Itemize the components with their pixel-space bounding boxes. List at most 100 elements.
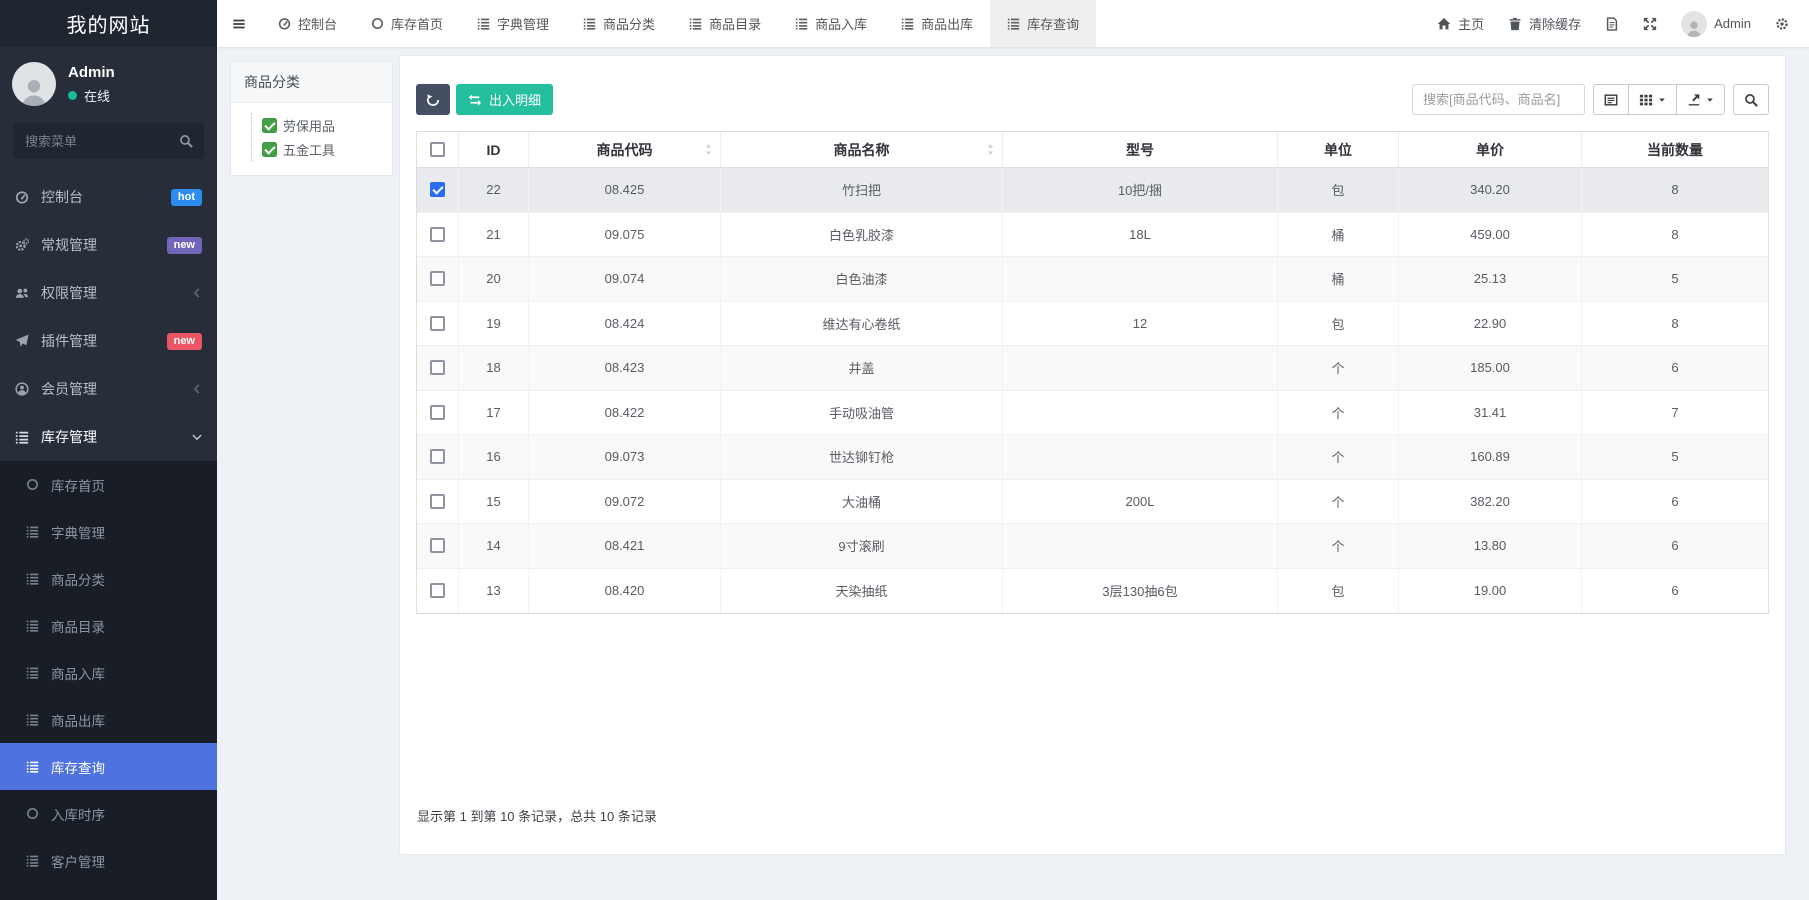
clear-cache-button[interactable]: 清除缓存 (1508, 14, 1581, 33)
nav-tab-icon (1007, 17, 1020, 30)
row-checkbox[interactable] (430, 449, 445, 464)
topbar-username: Admin (1714, 16, 1751, 31)
row-checkbox[interactable] (430, 182, 445, 197)
submenu-item-icon (26, 713, 39, 726)
nav-tab[interactable]: 库存查询 (990, 0, 1096, 47)
table-row[interactable]: 14 08.421 9寸滚刷 个 13.80 6 (417, 524, 1768, 569)
table-row[interactable]: 15 09.072 大油桶 200L 个 382.20 6 (417, 480, 1768, 525)
table-row[interactable]: 20 09.074 白色油漆 桶 25.13 5 (417, 257, 1768, 302)
row-checkbox[interactable] (430, 405, 445, 420)
sidebar-subitem-label: 商品分类 (51, 569, 105, 589)
columns-button[interactable] (1628, 84, 1677, 115)
row-checkbox[interactable] (430, 271, 445, 286)
row-checkbox[interactable] (430, 227, 445, 242)
table-row[interactable]: 21 09.075 白色乳胶漆 18L 桶 459.00 8 (417, 213, 1768, 258)
table-row[interactable]: 16 09.073 世达铆钉枪 个 160.89 5 (417, 435, 1768, 480)
cell-code: 09.073 (529, 435, 721, 479)
column-header-name[interactable]: 商品名称 (721, 132, 1003, 167)
sidebar-subitem[interactable]: 库存查询 (0, 743, 217, 790)
sidebar-item-label: 权限管理 (41, 283, 97, 303)
nav-tab-label: 库存首页 (391, 14, 443, 33)
checked-checkbox-icon[interactable] (262, 118, 277, 133)
sidebar-subitem[interactable]: 供应商管理 (0, 884, 217, 900)
online-dot-icon (68, 91, 77, 100)
caret-down-icon (1658, 96, 1666, 104)
toggle-detail-view-button[interactable] (1593, 84, 1629, 115)
sidebar-subitem[interactable]: 商品入库 (0, 649, 217, 696)
nav-tab[interactable]: 商品分类 (566, 0, 672, 47)
sidebar-subitem[interactable]: 库存首页 (0, 461, 217, 508)
sidebar-item[interactable]: 库存管理 (0, 413, 217, 461)
sidebar-subitem[interactable]: 入库时序 (0, 790, 217, 837)
nav-tab[interactable]: 商品目录 (672, 0, 778, 47)
home-icon (1437, 17, 1451, 31)
avatar[interactable] (12, 62, 56, 106)
category-tree-item[interactable]: 五金工具 (262, 137, 384, 161)
home-button[interactable]: 主页 (1437, 14, 1484, 33)
cell-price: 13.80 (1399, 524, 1582, 568)
cell-code: 09.072 (529, 480, 721, 524)
table-search-input[interactable] (1412, 84, 1585, 115)
cell-id: 22 (459, 168, 529, 212)
sidebar-item[interactable]: 常规管理 new (0, 221, 217, 269)
person-icon (1685, 19, 1703, 37)
nav-tab[interactable]: 库存首页 (354, 0, 460, 47)
menu-search-input[interactable] (13, 123, 204, 159)
sidebar-subitem[interactable]: 字典管理 (0, 508, 217, 555)
cell-id: 19 (459, 302, 529, 346)
cell-unit: 个 (1278, 346, 1399, 390)
table-row[interactable]: 17 08.422 手动吸油管 个 31.41 7 (417, 391, 1768, 436)
row-checkbox[interactable] (430, 494, 445, 509)
fullscreen-button[interactable] (1643, 17, 1657, 31)
cell-model: 10把/捆 (1003, 168, 1278, 212)
cell-model (1003, 257, 1278, 301)
sidebar-subitem[interactable]: 客户管理 (0, 837, 217, 884)
nav-tab[interactable]: 商品出库 (884, 0, 990, 47)
nav-tab[interactable]: 字典管理 (460, 0, 566, 47)
table-row[interactable]: 22 08.425 竹扫把 10把/捆 包 340.20 8 (417, 168, 1768, 213)
sidebar-item[interactable]: 插件管理 new (0, 317, 217, 365)
table-row[interactable]: 19 08.424 维达有心卷纸 12 包 22.90 8 (417, 302, 1768, 347)
settings-button[interactable] (1775, 17, 1789, 31)
category-label: 五金工具 (283, 140, 335, 159)
row-checkbox[interactable] (430, 583, 445, 598)
nav-tab[interactable]: 商品入库 (778, 0, 884, 47)
badge: new (167, 237, 202, 254)
document-button[interactable] (1605, 17, 1619, 31)
cell-unit: 包 (1278, 168, 1399, 212)
sidebar-subitem-label: 字典管理 (51, 522, 105, 542)
inout-detail-button[interactable]: 出入明细 (456, 84, 553, 115)
table-row[interactable]: 18 08.423 井盖 个 185.00 6 (417, 346, 1768, 391)
cell-name: 白色油漆 (721, 257, 1003, 301)
nav-tab[interactable]: 控制台 (261, 0, 354, 47)
sidebar-subitem[interactable]: 商品分类 (0, 555, 217, 602)
category-tree-item[interactable]: 劳保用品 (262, 113, 384, 137)
row-checkbox[interactable] (430, 316, 445, 331)
row-checkbox[interactable] (430, 360, 445, 375)
select-all-checkbox[interactable] (430, 142, 445, 157)
search-button[interactable] (1733, 84, 1769, 115)
sidebar-item[interactable]: 权限管理 (0, 269, 217, 317)
export-button[interactable] (1676, 84, 1725, 115)
column-header-qty: 当前数量 (1582, 132, 1768, 167)
cell-qty: 6 (1582, 524, 1768, 568)
sidebar-subitem[interactable]: 商品出库 (0, 696, 217, 743)
search-icon (179, 134, 193, 148)
refresh-button[interactable] (416, 84, 450, 115)
sidebar-toggle-button[interactable] (217, 0, 261, 47)
cell-price: 382.20 (1399, 480, 1582, 524)
avatar (1681, 11, 1707, 37)
sidebar-item[interactable]: 控制台 hot (0, 173, 217, 221)
cell-id: 16 (459, 435, 529, 479)
cell-code: 09.074 (529, 257, 721, 301)
sidebar-subitem[interactable]: 商品目录 (0, 602, 217, 649)
column-header-price: 单价 (1399, 132, 1582, 167)
detail-view-icon (1604, 93, 1618, 107)
user-menu[interactable]: Admin (1681, 11, 1751, 37)
table-row[interactable]: 13 08.420 天染抽纸 3层130抽6包 包 19.00 6 (417, 569, 1768, 614)
column-header-code[interactable]: 商品代码 (529, 132, 721, 167)
row-checkbox[interactable] (430, 538, 445, 553)
cell-id: 21 (459, 213, 529, 257)
sidebar-item[interactable]: 会员管理 (0, 365, 217, 413)
checked-checkbox-icon[interactable] (262, 142, 277, 157)
